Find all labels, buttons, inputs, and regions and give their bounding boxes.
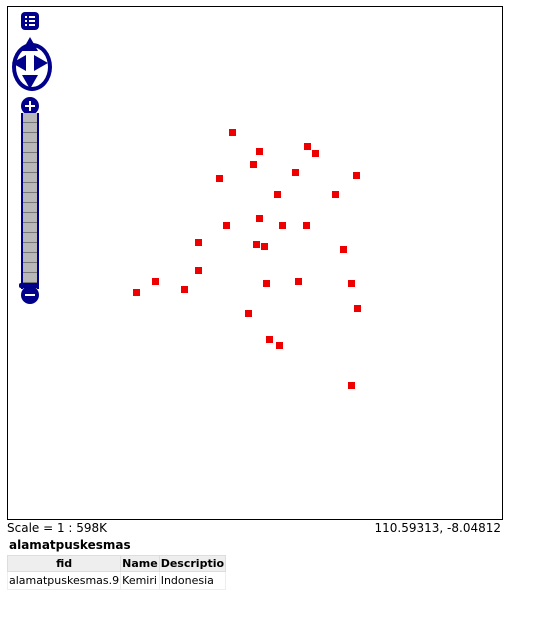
scale-readout: Scale = 1 : 598K: [7, 521, 108, 535]
feature-layer-title: alamatpuskesmas: [9, 538, 131, 552]
column-header-description: Descriptio: [158, 555, 227, 572]
pan-left-icon[interactable]: [12, 55, 26, 71]
pan-right-icon[interactable]: [34, 55, 48, 71]
feature-table-header-row: fid Name Descriptio: [6, 555, 227, 572]
map-point-marker[interactable]: [275, 342, 283, 350]
map-point-marker[interactable]: [216, 175, 224, 183]
map-point-marker[interactable]: [222, 221, 230, 229]
map-point-marker[interactable]: [347, 279, 355, 287]
map-point-marker[interactable]: [291, 168, 299, 176]
cell-description: Indonesia: [158, 571, 227, 590]
map-point-marker[interactable]: [274, 191, 281, 199]
layer-switcher-icon[interactable]: [21, 12, 39, 30]
pan-down-icon[interactable]: [22, 75, 38, 89]
cell-fid: alamatpuskesmas.9: [6, 571, 122, 590]
map-point-marker[interactable]: [352, 172, 360, 179]
map-point-marker[interactable]: [278, 221, 286, 229]
zoom-out-icon[interactable]: [21, 286, 39, 304]
map-viewport[interactable]: [7, 6, 503, 520]
map-point-marker[interactable]: [152, 278, 160, 285]
map-point-marker[interactable]: [354, 305, 362, 313]
map-point-marker[interactable]: [253, 241, 261, 248]
map-point-marker[interactable]: [245, 310, 253, 318]
zoom-bar[interactable]: [21, 113, 39, 289]
map-point-marker[interactable]: [312, 149, 320, 157]
pan-control: [12, 37, 52, 91]
map-point-marker[interactable]: [265, 335, 273, 343]
map-point-marker[interactable]: [256, 148, 264, 155]
column-header-fid: fid: [6, 555, 122, 572]
map-point-marker[interactable]: [294, 278, 302, 285]
map-point-marker[interactable]: [347, 382, 355, 390]
map-point-marker[interactable]: [132, 289, 140, 297]
mouse-position-readout: 110.59313, -8.04812: [374, 521, 501, 535]
map-point-marker[interactable]: [256, 215, 264, 223]
feature-info-table: fid Name Descriptio alamatpuskesmas.9 Ke…: [6, 555, 227, 590]
cell-name: Kemiri: [120, 571, 160, 590]
map-point-marker[interactable]: [262, 279, 270, 287]
column-header-name: Name: [120, 555, 160, 572]
map-point-marker[interactable]: [261, 242, 269, 250]
map-point-marker[interactable]: [331, 191, 339, 199]
map-point-marker[interactable]: [249, 160, 257, 168]
map-point-marker[interactable]: [180, 286, 188, 293]
map-point-marker[interactable]: [229, 128, 236, 136]
map-point-marker[interactable]: [195, 266, 203, 274]
map-point-marker[interactable]: [304, 143, 312, 151]
table-row: alamatpuskesmas.9 Kemiri Indonesia: [6, 571, 227, 590]
map-point-marker[interactable]: [339, 245, 347, 253]
map-point-marker[interactable]: [302, 221, 310, 229]
map-point-marker[interactable]: [195, 239, 203, 247]
pan-up-icon[interactable]: [22, 37, 38, 51]
